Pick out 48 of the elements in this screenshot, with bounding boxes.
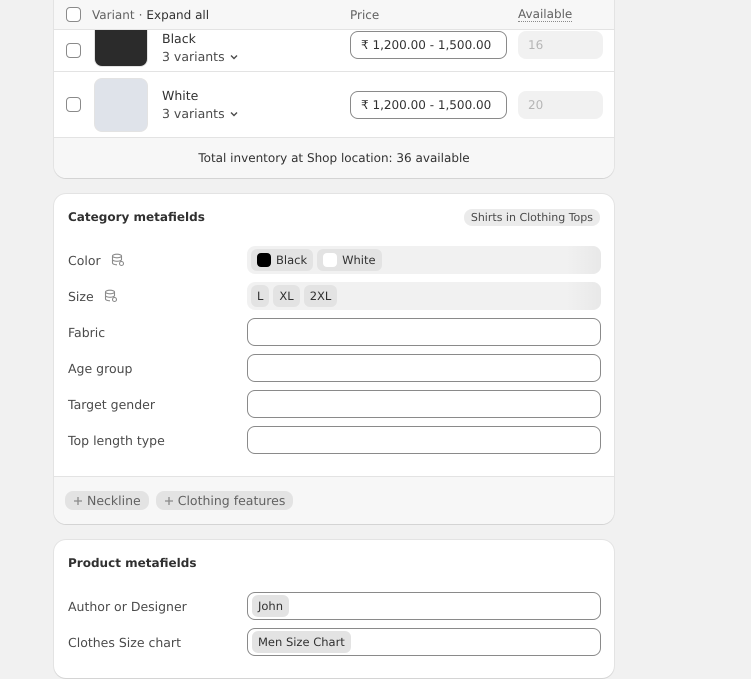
plus-icon — [73, 496, 83, 506]
column-header: Variant — [92, 8, 135, 22]
field-label: Top length type — [68, 432, 165, 448]
field-label: Color — [68, 252, 101, 268]
input-field[interactable] — [247, 354, 601, 382]
expand-all-link[interactable]: Expand all — [146, 8, 210, 22]
value-tag: Men Size Chart — [252, 631, 351, 653]
checkbox[interactable] — [66, 7, 81, 22]
field-label: Target gender — [68, 396, 155, 412]
value-tag: 2XL — [304, 285, 338, 307]
color-tag: White — [317, 249, 382, 271]
add-field-button[interactable]: Neckline — [65, 491, 149, 510]
column-header: Available — [518, 7, 572, 22]
price-field[interactable]: ₹ 1,200.00 - 1,500.00 — [350, 90, 507, 118]
add-field-button[interactable]: Clothing features — [156, 491, 294, 510]
checkbox[interactable] — [66, 43, 81, 58]
database-icon — [104, 289, 118, 303]
color-tag: Black — [251, 249, 314, 271]
variants-toggle[interactable]: 3 variants — [162, 48, 350, 66]
photo-placeholder — [94, 78, 148, 132]
value-tag: XL — [273, 285, 300, 307]
column-header: Price — [350, 8, 380, 22]
field-label: Clothes Size chart — [68, 634, 181, 650]
price-field[interactable]: ₹ 1,200.00 - 1,500.00 — [350, 30, 507, 58]
checkbox[interactable] — [66, 97, 81, 112]
tag-field[interactable]: L XL 2XL — [247, 282, 601, 310]
input-field[interactable]: John — [247, 592, 601, 620]
tag-field[interactable]: Black White — [247, 246, 601, 274]
separator-dot: · — [138, 8, 142, 22]
input-field[interactable] — [247, 318, 601, 346]
card-title: Product metafields — [68, 556, 196, 570]
inventory-total: Total inventory at Shop location: 36 available — [198, 151, 470, 165]
input-field[interactable] — [247, 390, 601, 418]
category-badge: Shirts in Clothing Tops — [464, 208, 600, 226]
variants-toggle[interactable]: 3 variants — [162, 104, 350, 122]
input-field[interactable]: Men Size Chart — [247, 628, 601, 656]
variant-name: Black — [162, 30, 197, 48]
value-tag: John — [252, 595, 290, 617]
field-label: Age group — [68, 360, 132, 376]
value-tag: L — [251, 285, 270, 307]
field-label: Fabric — [68, 324, 106, 340]
plus-icon — [164, 496, 174, 506]
variant-name: White — [162, 86, 200, 104]
database-icon — [110, 253, 125, 267]
field-label: Author or Designer — [68, 598, 187, 614]
card-title: Category metafields — [68, 210, 205, 224]
input-field[interactable] — [247, 426, 601, 454]
field-label: Size — [68, 288, 94, 304]
